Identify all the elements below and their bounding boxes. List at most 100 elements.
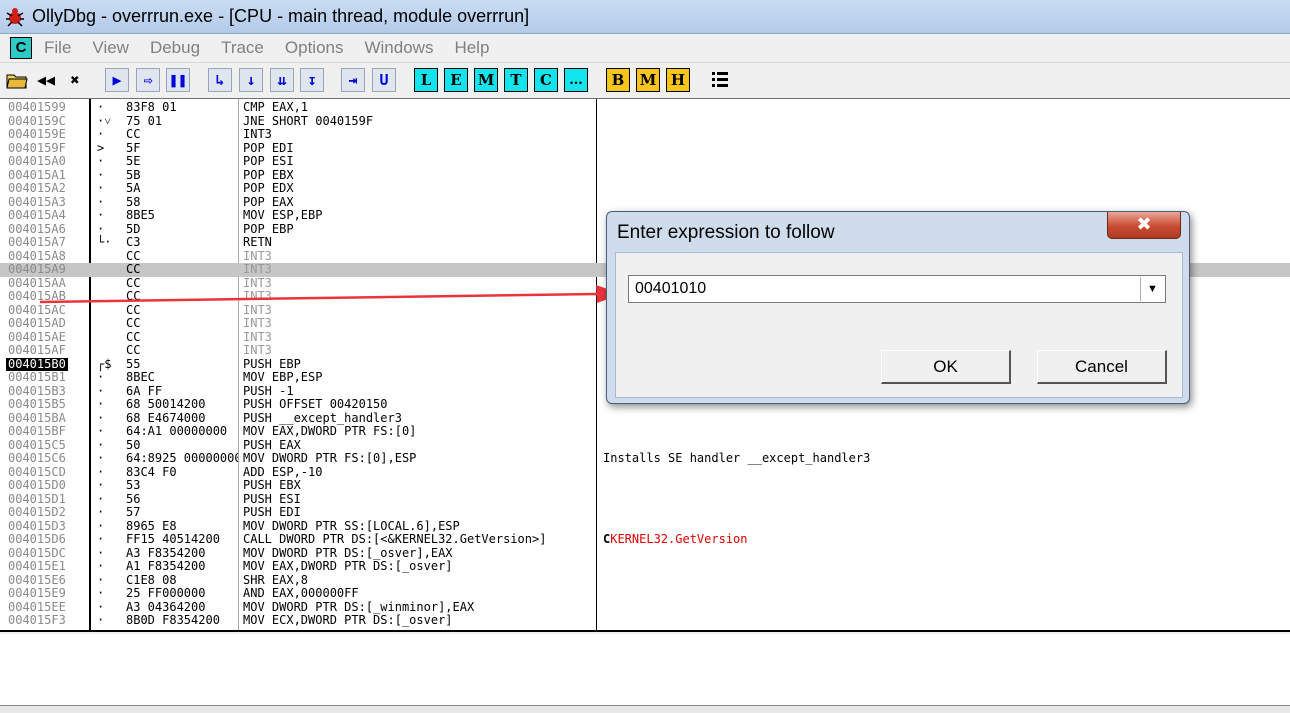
disasm-row[interactable]: 004015BF · 64:A1 00000000 MOV EAX,DWORD PTR… bbox=[0, 424, 1290, 439]
breakpoints-button[interactable]: B bbox=[606, 68, 630, 92]
disasm-row[interactable]: 004015E9 · 25 FF000000 AND EAX,000000FF bbox=[0, 586, 1290, 601]
address-cell: 004015A1 bbox=[8, 167, 66, 182]
disassembly-cell: PUSH ESI bbox=[243, 492, 301, 506]
disassembly-cell: POP ESI bbox=[243, 155, 294, 168]
expression-input[interactable]: 00401010 bbox=[635, 280, 706, 298]
disasm-row[interactable]: 0040159E · CC INT3 bbox=[0, 127, 1290, 142]
trace-over-icon[interactable]: ↧ bbox=[300, 68, 324, 92]
address-cell: 004015A3 bbox=[8, 194, 66, 209]
run-icon[interactable]: ▶ bbox=[105, 68, 129, 92]
disassembly-cell: POP EBP bbox=[243, 222, 294, 236]
disassembly-cell: INT3 bbox=[243, 344, 272, 357]
flow-marker: · bbox=[97, 518, 105, 533]
run-thread-icon[interactable]: ⇨ bbox=[136, 68, 160, 92]
menu-trace[interactable]: Trace bbox=[221, 38, 264, 58]
step-into-icon[interactable]: ↳ bbox=[208, 68, 232, 92]
disasm-row[interactable]: 004015A0 · 5E POP ESI bbox=[0, 154, 1290, 169]
disasm-row[interactable]: 004015C5 · 50 PUSH EAX bbox=[0, 437, 1290, 453]
comment-cell: Installs SE handler __except_handler3 bbox=[603, 451, 871, 466]
disasm-row[interactable]: 004015E1 · A1 F8354200 MOV EAX,DWORD PTR DS… bbox=[0, 559, 1290, 574]
expression-combobox[interactable]: 00401010 ▼ bbox=[628, 275, 1166, 303]
cancel-button[interactable]: Cancel bbox=[1037, 350, 1167, 384]
hex-dump-cell: 50 bbox=[126, 438, 141, 452]
cpu-window-button[interactable]: C bbox=[10, 37, 32, 59]
disasm-row[interactable]: 004015CD · 83C4 F0 ADD ESP,-10 bbox=[0, 464, 1290, 480]
disasm-row[interactable]: 004015A3 · 58 POP EAX bbox=[0, 194, 1290, 210]
address-cell: 004015B3 bbox=[8, 383, 66, 398]
menu-debug[interactable]: Debug bbox=[150, 38, 200, 58]
disassembly-cell: JNE SHORT 0040159F bbox=[243, 114, 374, 128]
memory-window-button[interactable]: M bbox=[474, 68, 498, 92]
disasm-row[interactable]: 004015D0 · 53 PUSH EBX bbox=[0, 478, 1290, 493]
address-cell: 004015EE bbox=[8, 599, 66, 614]
open-folder-icon[interactable] bbox=[5, 68, 29, 92]
menu-view[interactable]: View bbox=[92, 38, 129, 58]
address-cell: 0040159F bbox=[8, 140, 66, 155]
disasm-row[interactable]: 004015A1 · 5B POP EBX bbox=[0, 167, 1290, 183]
cpu-toolbar-button[interactable]: C bbox=[534, 68, 558, 92]
follow-expression-dialog: Enter expression to follow ✖ 00401010 ▼ … bbox=[606, 211, 1190, 404]
disasm-row[interactable]: 004015D1 · 56 PUSH ESI bbox=[0, 491, 1290, 507]
flow-marker: · bbox=[97, 208, 105, 222]
disasm-row[interactable]: 004015D2 · 57 PUSH EDI bbox=[0, 505, 1290, 520]
disassembly-cell: INT3 bbox=[243, 276, 272, 290]
comment-text: Installs SE handler __except_handler3 bbox=[603, 451, 871, 465]
modules-window-button[interactable]: E bbox=[444, 68, 468, 92]
ok-button[interactable]: OK bbox=[881, 350, 1011, 384]
trace-into-icon[interactable]: ⇊ bbox=[270, 68, 294, 92]
pause-icon[interactable]: ❚❚ bbox=[166, 68, 190, 92]
chevron-down-icon[interactable]: ▼ bbox=[1140, 277, 1164, 301]
list-icon[interactable] bbox=[708, 68, 732, 92]
disasm-row[interactable]: 0040159C ·˅ 75 01 JNE SHORT 0040159F bbox=[0, 114, 1290, 129]
hex-dump-cell: 55 bbox=[126, 357, 141, 371]
address-cell: 0040159E bbox=[8, 127, 66, 141]
hex-dump-cell: CC bbox=[126, 263, 141, 276]
hex-dump-cell: 5D bbox=[126, 222, 141, 236]
disasm-row[interactable]: 004015BA · 68 E4674000 PUSH __except_handle… bbox=[0, 411, 1290, 426]
disasm-row[interactable]: 004015E6 · C1E8 08 SHR EAX,8 bbox=[0, 573, 1290, 588]
disasm-row[interactable]: 004015F3 · 8B0D F8354200 MOV ECX,DWORD PTR … bbox=[0, 613, 1290, 628]
disasm-row[interactable]: 004015C6 · 64:8925 00000000 MOV DWORD PTR F… bbox=[0, 451, 1290, 466]
disasm-row[interactable]: 004015EE · A3 04364200 MOV DWORD PTR DS:[_w… bbox=[0, 599, 1290, 615]
flow-marker: · bbox=[97, 383, 105, 398]
disasm-row[interactable]: 004015DC · A3 F8354200 MOV DWORD PTR DS:[_o… bbox=[0, 545, 1290, 561]
menu-help[interactable]: Help bbox=[454, 38, 489, 58]
address-cell: 004015A2 bbox=[8, 181, 66, 195]
log-window-button[interactable]: L bbox=[414, 68, 438, 92]
execute-till-user-icon[interactable]: U bbox=[372, 68, 396, 92]
flow-marker: · bbox=[97, 437, 105, 452]
disassembly-cell: MOV DWORD PTR FS:[0],ESP bbox=[243, 452, 417, 465]
hex-dump-cell: 58 bbox=[126, 195, 141, 209]
address-cell: 004015DC bbox=[8, 545, 66, 560]
close-icon[interactable]: ✖ bbox=[1107, 212, 1181, 239]
disasm-row[interactable]: 004015D3 · 8965 E8 MOV DWORD PTR SS:[LOCAL.… bbox=[0, 518, 1290, 534]
memory-breakpoints-button[interactable]: M bbox=[636, 68, 660, 92]
hex-dump-cell: 75 01 bbox=[126, 114, 163, 128]
step-over-icon[interactable]: ↓ bbox=[239, 68, 263, 92]
address-cell: 004015D3 bbox=[8, 518, 66, 533]
address-cell: 004015E9 bbox=[8, 586, 66, 600]
menu-file[interactable]: File bbox=[44, 38, 71, 58]
flow-marker: · bbox=[97, 505, 105, 519]
more-windows-button[interactable]: ... bbox=[564, 68, 588, 92]
address-cell: 004015A9 bbox=[8, 262, 66, 276]
menu-options[interactable]: Options bbox=[285, 38, 344, 58]
hex-dump-cell: 83F8 01 bbox=[126, 101, 177, 114]
info-pane[interactable] bbox=[0, 634, 1290, 706]
disasm-row[interactable]: 0040159F >5F POP EDI bbox=[0, 140, 1290, 156]
disassembly-cell: MOV DWORD PTR DS:[_osver],EAX bbox=[243, 546, 453, 560]
execute-till-return-icon[interactable]: ⇥ bbox=[341, 68, 365, 92]
disasm-row[interactable]: 004015A2 · 5A POP EDX bbox=[0, 181, 1290, 196]
menu-windows[interactable]: Windows bbox=[364, 38, 433, 58]
rewind-icon[interactable]: ◀◀ bbox=[34, 68, 58, 92]
close-process-icon[interactable]: ✖ bbox=[63, 68, 87, 92]
hex-dump-cell: C3 bbox=[126, 236, 141, 249]
disasm-row[interactable]: 00401599 · 83F8 01 CMP EAX,1 bbox=[0, 100, 1290, 115]
flow-marker: · bbox=[97, 464, 105, 479]
address-cell: 004015D1 bbox=[8, 491, 66, 506]
threads-window-button[interactable]: T bbox=[504, 68, 528, 92]
disasm-row[interactable]: 004015D6 · FF15 40514200 CALL DWORD PTR DS:… bbox=[0, 532, 1290, 547]
hardware-breakpoints-button[interactable]: H bbox=[666, 68, 690, 92]
address-cell: 004015D0 bbox=[8, 478, 66, 492]
title-bar: OllyDbg - overrrun.exe - [CPU - main thr… bbox=[0, 0, 1290, 34]
